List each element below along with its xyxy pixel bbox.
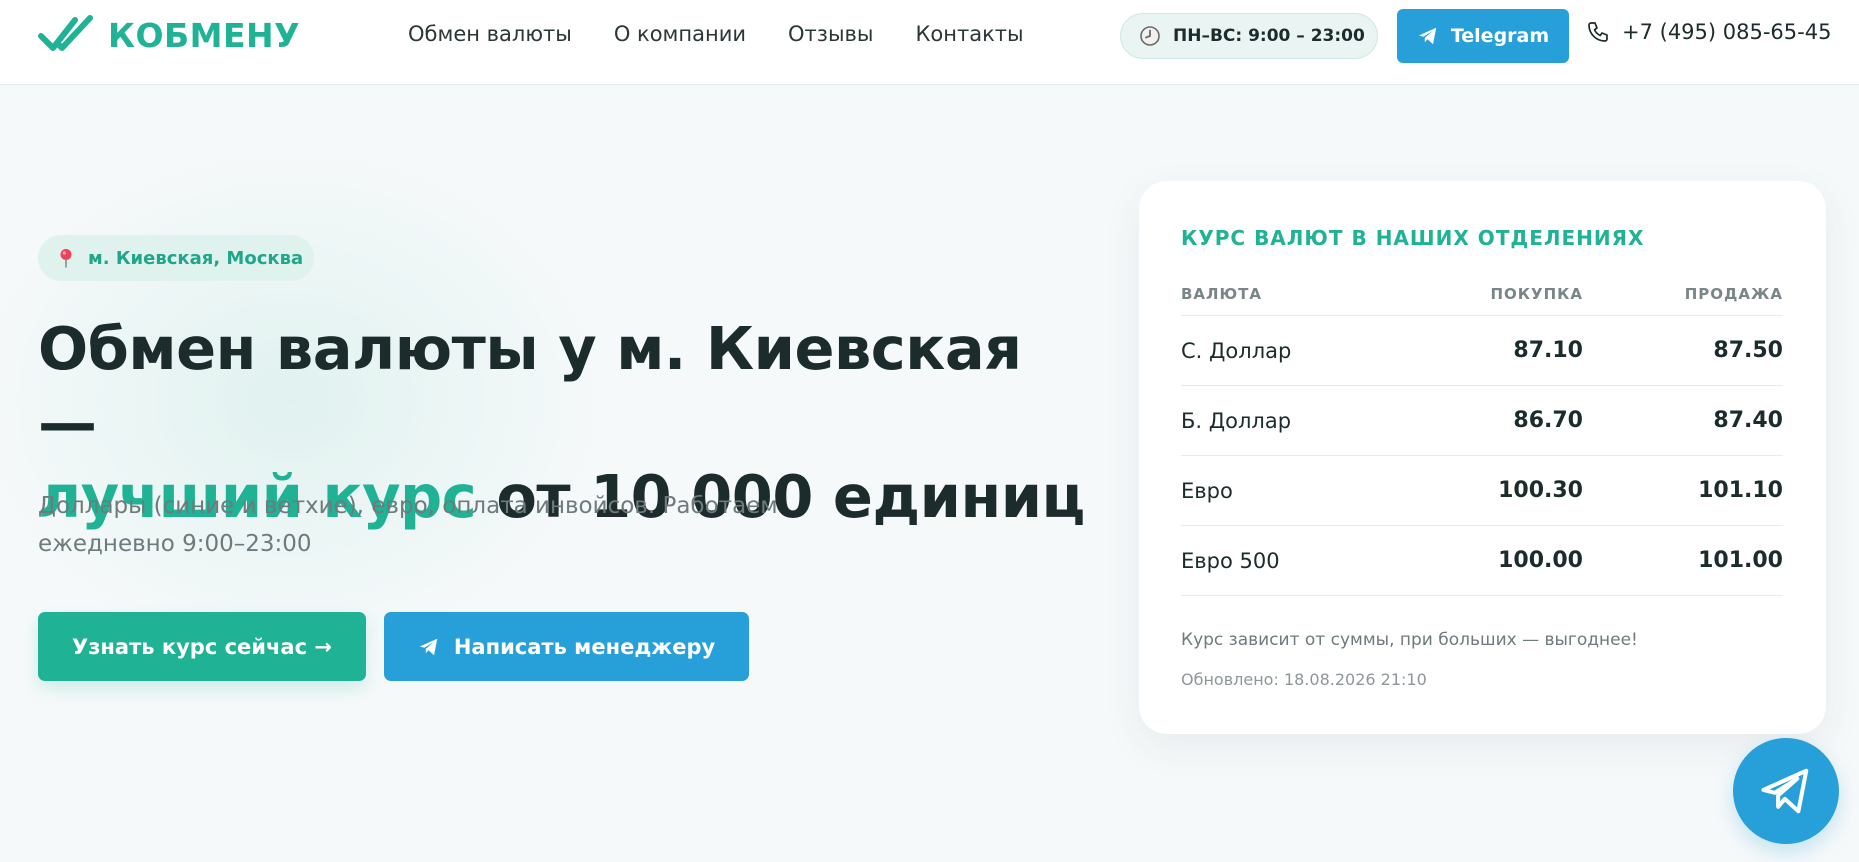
site-header: КОБМЕНУ Обмен валюты О компании Отзывы К…: [0, 0, 1859, 85]
rates-note: Курс зависит от суммы, при больших — выг…: [1181, 630, 1638, 650]
rates-card: КУРС ВАЛЮТ В НАШИХ ОТДЕЛЕНИЯХ ВАЛЮТА ПОК…: [1139, 181, 1826, 734]
row-sell: 87.50: [1713, 338, 1783, 363]
phone-number: +7 (495) 085-65-45: [1622, 20, 1832, 44]
location-badge: м. Киевская, Москва: [38, 235, 314, 281]
row-sell: 101.10: [1698, 478, 1783, 503]
map-pin-icon: [60, 249, 72, 268]
header-currency: ВАЛЮТА: [1181, 285, 1262, 303]
row-buy: 100.30: [1498, 478, 1583, 503]
rates-table-header: ВАЛЮТА ПОКУПКА ПРОДАЖА: [1181, 273, 1783, 316]
row-sell: 101.00: [1698, 548, 1783, 573]
nav-reviews[interactable]: Отзывы: [788, 22, 873, 46]
phone-link[interactable]: +7 (495) 085-65-45: [1586, 20, 1831, 44]
row-buy: 86.70: [1513, 408, 1583, 433]
row-buy: 87.10: [1513, 338, 1583, 363]
floating-telegram-button[interactable]: [1733, 738, 1839, 844]
row-currency: Евро: [1181, 478, 1233, 503]
logo[interactable]: КОБМЕНУ: [38, 14, 300, 56]
nav-about[interactable]: О компании: [614, 22, 746, 46]
telegram-button[interactable]: Telegram: [1397, 9, 1569, 63]
rates-updated: Обновлено: 18.08.2026 21:10: [1181, 670, 1427, 689]
clock-icon: [1140, 26, 1160, 46]
row-currency: Евро 500: [1181, 548, 1280, 573]
telegram-plane-icon: [419, 638, 438, 655]
write-manager-button[interactable]: Написать менеджеру: [384, 612, 749, 681]
table-row: Евро 100.30 101.10: [1181, 456, 1783, 526]
telegram-label: Telegram: [1450, 25, 1550, 47]
telegram-plane-icon: [1418, 27, 1437, 45]
row-currency: С. Доллар: [1181, 338, 1292, 363]
header-sell: ПРОДАЖА: [1684, 285, 1783, 303]
row-sell: 87.40: [1713, 408, 1783, 433]
table-row: Б. Доллар 86.70 87.40: [1181, 386, 1783, 456]
logo-text: КОБМЕНУ: [108, 15, 301, 55]
header-buy: ПОКУПКА: [1490, 285, 1583, 303]
rates-card-title: КУРС ВАЛЮТ В НАШИХ ОТДЕЛЕНИЯХ: [1181, 226, 1645, 250]
hero-title-line1: Обмен валюты у м. Киевская —: [38, 314, 1022, 457]
nav-exchange[interactable]: Обмен валюты: [408, 22, 572, 46]
hero-subtitle: Доллары (синие и ветхие), евро, оплата и…: [38, 493, 778, 557]
get-rate-button[interactable]: Узнать курс сейчас →: [38, 612, 366, 681]
nav-contacts[interactable]: Контакты: [916, 22, 1024, 46]
double-check-logo-icon: [38, 15, 93, 51]
hours-text: ПН–ВС: 9:00 – 23:00: [1173, 26, 1365, 46]
table-row: Евро 500 100.00 101.00: [1181, 526, 1783, 596]
location-text: м. Киевская, Москва: [88, 247, 304, 269]
main-nav: Обмен валюты О компании Отзывы Контакты: [408, 22, 1024, 46]
working-hours-badge: ПН–ВС: 9:00 – 23:00: [1120, 13, 1378, 59]
phone-icon: [1588, 22, 1608, 42]
rates-table: ВАЛЮТА ПОКУПКА ПРОДАЖА С. Доллар 87.10 8…: [1181, 273, 1783, 596]
row-buy: 100.00: [1498, 548, 1583, 573]
table-row: С. Доллар 87.10 87.50: [1181, 316, 1783, 386]
telegram-plane-icon: [1761, 768, 1809, 814]
write-manager-label: Написать менеджеру: [453, 634, 716, 659]
row-currency: Б. Доллар: [1181, 408, 1292, 433]
